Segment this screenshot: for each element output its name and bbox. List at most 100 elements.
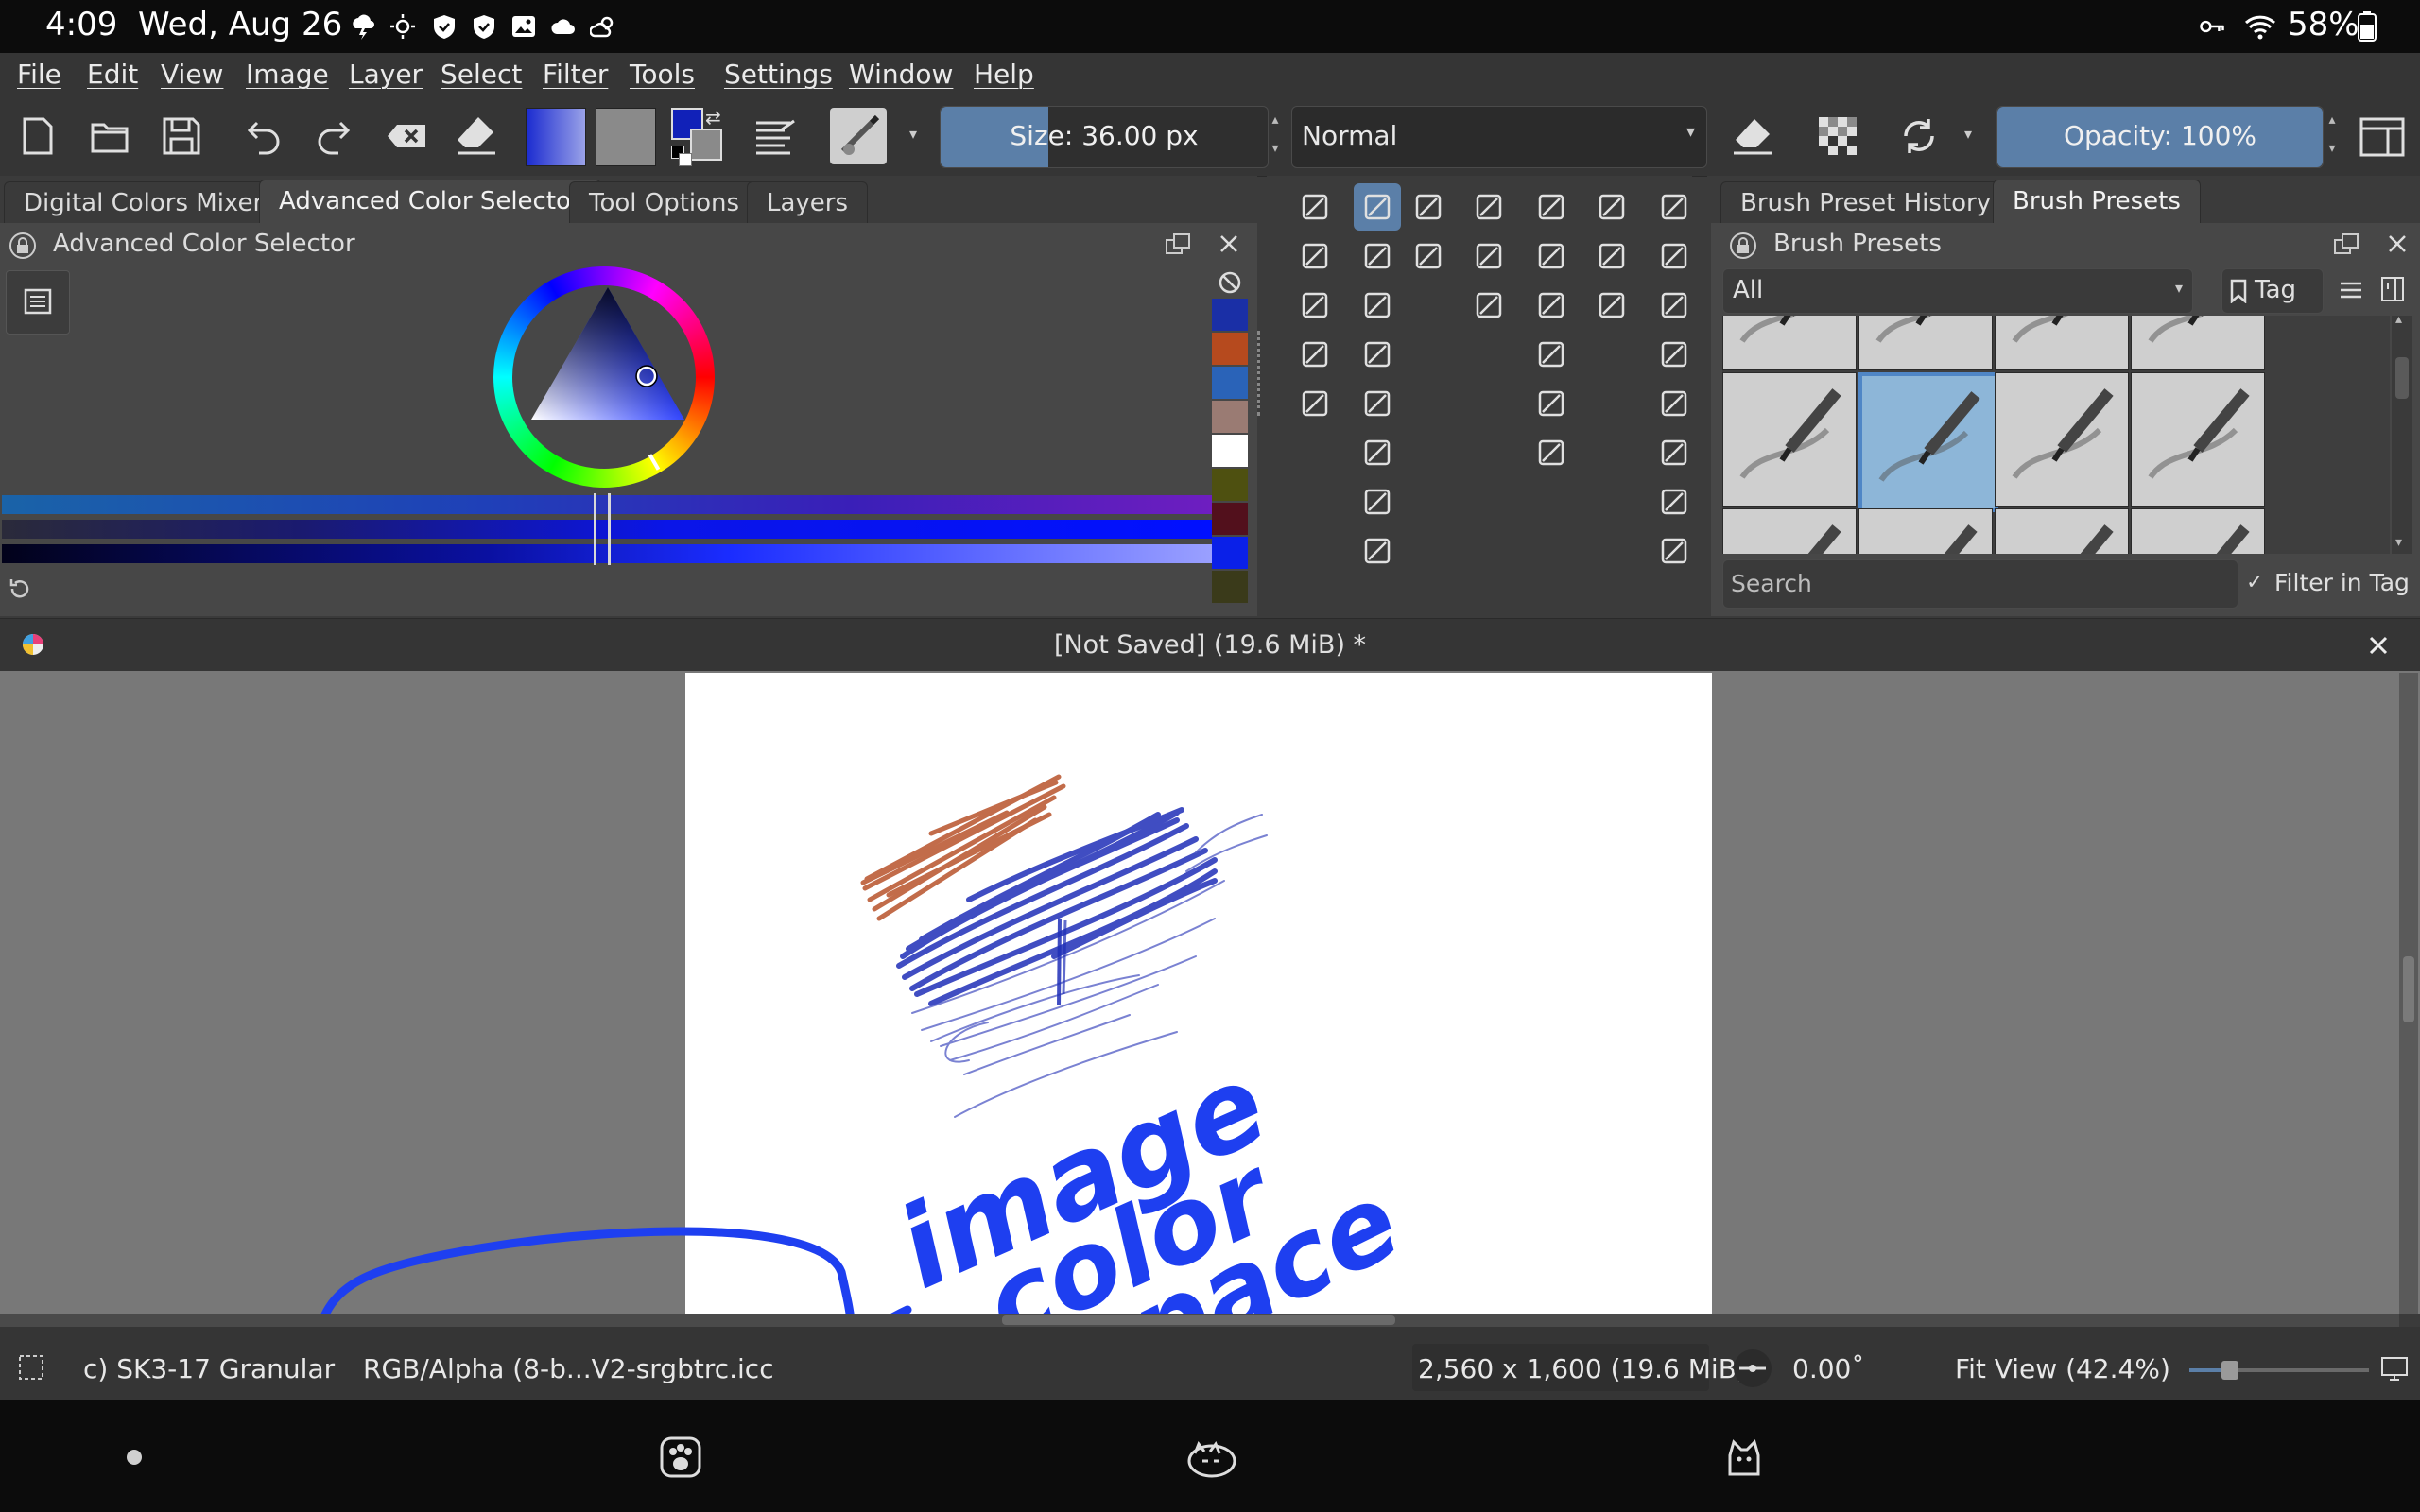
save-icon[interactable] xyxy=(153,108,210,164)
close-document-icon[interactable] xyxy=(2367,634,2390,657)
bezier-select-tool-icon[interactable] xyxy=(1651,478,1698,525)
clear-icon[interactable] xyxy=(378,108,435,164)
hsv-bar-handle[interactable] xyxy=(594,493,611,565)
rect-select-tool-icon[interactable] xyxy=(1651,183,1698,231)
freehand-path-tool-icon[interactable] xyxy=(1405,183,1452,231)
preset-search-input[interactable]: Search xyxy=(1722,559,2238,609)
ellipse-select-tool-icon[interactable] xyxy=(1651,232,1698,280)
size-slider[interactable]: Size: 36.00 px xyxy=(940,106,1269,168)
menu-filter[interactable]: Filter xyxy=(543,59,608,90)
enclose-fill-tool-icon[interactable] xyxy=(1528,429,1575,476)
menu-edit[interactable]: Edit xyxy=(87,59,138,90)
lock-icon[interactable] xyxy=(8,231,38,261)
color-selector-settings-button[interactable] xyxy=(6,270,70,335)
close-dock-icon[interactable] xyxy=(1218,232,1240,255)
close-dock-icon[interactable] xyxy=(2386,232,2409,255)
edit-shapes-tool-icon[interactable] xyxy=(1291,282,1339,329)
reference-image-tool-icon[interactable] xyxy=(1588,282,1635,329)
tab-digital-colors-mixer[interactable]: Digital Colors Mixer xyxy=(4,181,284,224)
color-history-swatch[interactable] xyxy=(1212,503,1248,535)
dynamic-brush-tool-icon[interactable] xyxy=(1405,232,1452,280)
tab-tool-options[interactable]: Tool Options xyxy=(569,181,760,224)
brush-preset-thumbnail[interactable] xyxy=(2131,508,2265,554)
crop-tool-icon[interactable] xyxy=(1465,282,1512,329)
rotation-icon[interactable] xyxy=(1730,1346,1775,1391)
polyline-tool-icon[interactable] xyxy=(1354,429,1401,476)
pattern-selector[interactable] xyxy=(596,108,656,166)
filter-in-tag-checkbox[interactable]: ✓ xyxy=(2246,571,2263,594)
eraser-icon[interactable] xyxy=(1724,108,1781,164)
float-dock-icon[interactable] xyxy=(1165,232,1191,257)
brush-preset-thumbnail[interactable] xyxy=(1995,316,2129,370)
rotation-value[interactable]: 0.00˚ xyxy=(1792,1353,1864,1384)
brush-preset-thumbnail[interactable] xyxy=(2131,316,2265,370)
color-history-swatch[interactable] xyxy=(1212,571,1248,603)
tab-brush-preset-history[interactable]: Brush Preset History xyxy=(1720,181,2012,224)
undo-icon[interactable] xyxy=(236,108,293,164)
brush-preset-thumbnail[interactable] xyxy=(1722,508,1857,554)
float-dock-icon[interactable] xyxy=(2333,232,2360,257)
tag-button[interactable]: Tag xyxy=(2221,268,2324,314)
gradient-selector[interactable] xyxy=(526,108,586,166)
clear-history-icon[interactable] xyxy=(1218,270,1242,295)
reload-dropdown-icon[interactable]: ▾ xyxy=(1964,125,1972,143)
size-spinner[interactable]: ▴ ▾ xyxy=(1267,106,1284,166)
preserve-alpha-icon[interactable] xyxy=(1809,108,1866,164)
color-history-swatch[interactable] xyxy=(1212,537,1248,569)
opacity-slider[interactable]: Opacity: 100% xyxy=(1996,106,2324,168)
polygon-tool-icon[interactable] xyxy=(1354,380,1401,427)
image-dimensions[interactable]: 2,560 x 1,600 (19.6 MiB) xyxy=(1418,1353,1747,1384)
document-title[interactable]: [Not Saved] (19.6 MiB) * xyxy=(0,630,2420,660)
eraser-mode-icon[interactable] xyxy=(448,108,505,164)
freehand-path-select-tool-icon[interactable] xyxy=(1354,527,1401,575)
color-space[interactable]: RGB/Alpha (8-b...V2-srgbtrc.icc xyxy=(363,1353,774,1384)
refresh-icon[interactable] xyxy=(8,576,32,601)
tag-filter-select[interactable]: All ▾ xyxy=(1722,268,2193,314)
menu-select[interactable]: Select xyxy=(441,59,522,90)
brush-settings-icon[interactable] xyxy=(747,108,804,164)
cat-app-icon[interactable] xyxy=(1719,1433,1768,1482)
menu-layer[interactable]: Layer xyxy=(349,59,423,90)
transform-tool-icon[interactable] xyxy=(1465,183,1512,231)
freehand-select-tool-icon[interactable] xyxy=(1651,331,1698,378)
text-tool-icon[interactable] xyxy=(1291,232,1339,280)
ellipse-tool-icon[interactable] xyxy=(1354,331,1401,378)
menu-help[interactable]: Help xyxy=(974,59,1034,90)
vertical-scrollbar[interactable] xyxy=(2399,673,2418,1314)
blend-mode-select[interactable]: Normal ▾ xyxy=(1291,106,1707,168)
tab-layers[interactable]: Layers xyxy=(747,181,869,224)
brush-dropdown-icon[interactable]: ▾ xyxy=(909,125,917,143)
menu-view[interactable]: View xyxy=(161,59,223,90)
selection-mode-icon[interactable] xyxy=(17,1353,45,1382)
color-picker-tool-icon[interactable] xyxy=(1528,232,1575,280)
zoom-slider[interactable] xyxy=(2189,1361,2369,1380)
freehand-brush-tool-icon[interactable] xyxy=(1354,183,1401,231)
preset-scrollbar[interactable]: ▴ ▾ xyxy=(2392,312,2412,554)
smart-patch-tool-icon[interactable] xyxy=(1528,282,1575,329)
color-history-swatch[interactable] xyxy=(1212,435,1248,467)
zoom-level[interactable]: Fit View (42.4%) xyxy=(1955,1353,2170,1384)
menu-settings[interactable]: Settings xyxy=(724,59,833,90)
color-history-swatch[interactable] xyxy=(1212,333,1248,365)
horizontal-scrollbar[interactable] xyxy=(0,1314,2399,1327)
nav-dot-icon[interactable] xyxy=(127,1450,142,1465)
brush-preset-thumbnail[interactable] xyxy=(1858,508,1993,554)
brush-preset-thumbnail[interactable] xyxy=(1722,372,1857,507)
brush-preset-thumbnail[interactable] xyxy=(1995,372,2129,507)
fit-view-icon[interactable] xyxy=(2380,1355,2409,1382)
polygon-select-tool-icon[interactable] xyxy=(1651,282,1698,329)
color-history-swatch[interactable] xyxy=(1212,469,1248,501)
brush-preset-thumbnail[interactable] xyxy=(1995,508,2129,554)
tab-advanced-color-selector[interactable]: Advanced Color Selector xyxy=(259,180,601,224)
cat-sleeping-icon[interactable] xyxy=(1185,1435,1238,1480)
menu-file[interactable]: File xyxy=(17,59,61,90)
move-tool-icon[interactable] xyxy=(1465,232,1512,280)
open-folder-icon[interactable] xyxy=(81,108,138,164)
paw-app-icon[interactable] xyxy=(658,1435,703,1480)
brush-preset-thumbnail[interactable] xyxy=(1858,372,1998,512)
menu-tools[interactable]: Tools xyxy=(630,59,695,90)
menu-image[interactable]: Image xyxy=(246,59,329,90)
assistant-tool-icon[interactable] xyxy=(1588,183,1635,231)
brush-name[interactable]: c) SK3-17 Granular xyxy=(83,1353,335,1384)
brush-preset-thumbnail[interactable] xyxy=(1722,316,1857,370)
